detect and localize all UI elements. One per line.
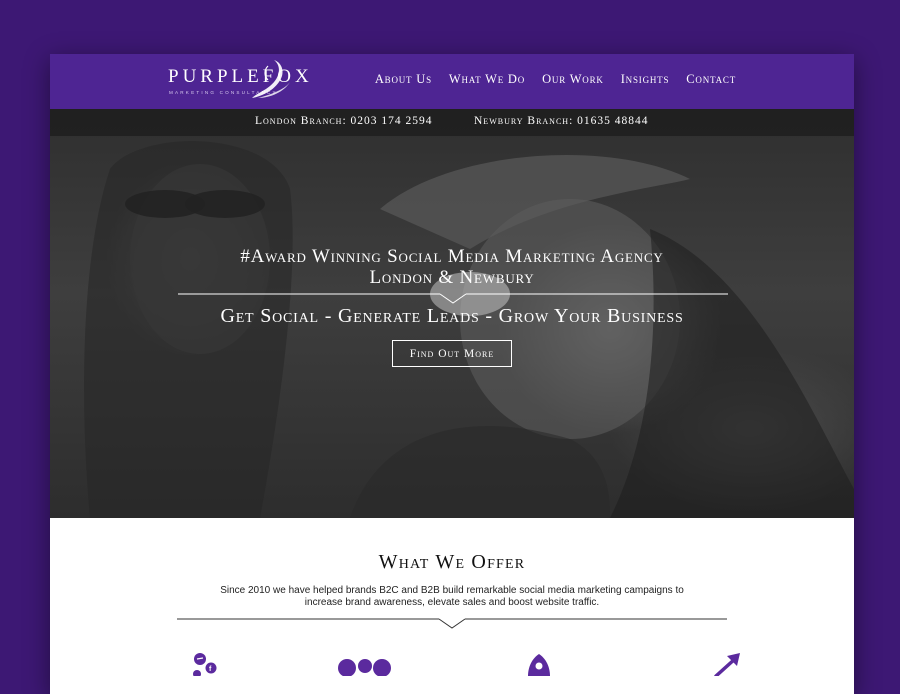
growth-arrow-icon xyxy=(714,653,740,676)
purplefox-logo[interactable]: PURPLEFOX MARKETING CONSULTANCY xyxy=(168,60,309,104)
browser-page: PURPLEFOX MARKETING CONSULTANCY About Us… xyxy=(50,54,854,694)
newbury-branch-phone[interactable]: Newbury Branch: 01635 48844 xyxy=(474,115,649,127)
nav-our-work[interactable]: Our Work xyxy=(542,72,604,87)
nav-insights[interactable]: Insights xyxy=(621,72,670,87)
nav-what-we-do[interactable]: What We Do xyxy=(449,72,525,87)
fox-tail-icon xyxy=(252,60,290,98)
section-description: Since 2010 we have helped brands B2C and… xyxy=(220,585,684,608)
social-media-icon: f xyxy=(193,653,217,676)
branch-contact-bar: London Branch: 0203 174 2594 Newbury Bra… xyxy=(50,109,854,136)
hero-divider xyxy=(178,293,728,304)
hero-headline: #Award Winning Social Media Marketing Ag… xyxy=(240,246,664,267)
site-header: PURPLEFOX MARKETING CONSULTANCY About Us… xyxy=(50,54,854,109)
section-divider xyxy=(177,618,727,629)
section-title: What We Offer xyxy=(378,551,526,573)
london-branch-phone[interactable]: London Branch: 0203 174 2594 xyxy=(255,115,433,127)
find-out-more-button[interactable]: Find Out More xyxy=(392,340,512,367)
hero-banner: London Branch: 0203 174 2594 Newbury Bra… xyxy=(50,109,854,518)
nav-contact[interactable]: Contact xyxy=(686,72,736,87)
hero-location: London & Newbury xyxy=(369,267,535,288)
nav-about-us[interactable]: About Us xyxy=(375,72,432,87)
rocket-icon xyxy=(528,654,550,676)
hero-tagline: Get Social - Generate Leads - Grow Your … xyxy=(220,305,684,327)
team-icon xyxy=(338,659,391,676)
main-nav: About Us What We Do Our Work Insights Co… xyxy=(375,72,736,87)
